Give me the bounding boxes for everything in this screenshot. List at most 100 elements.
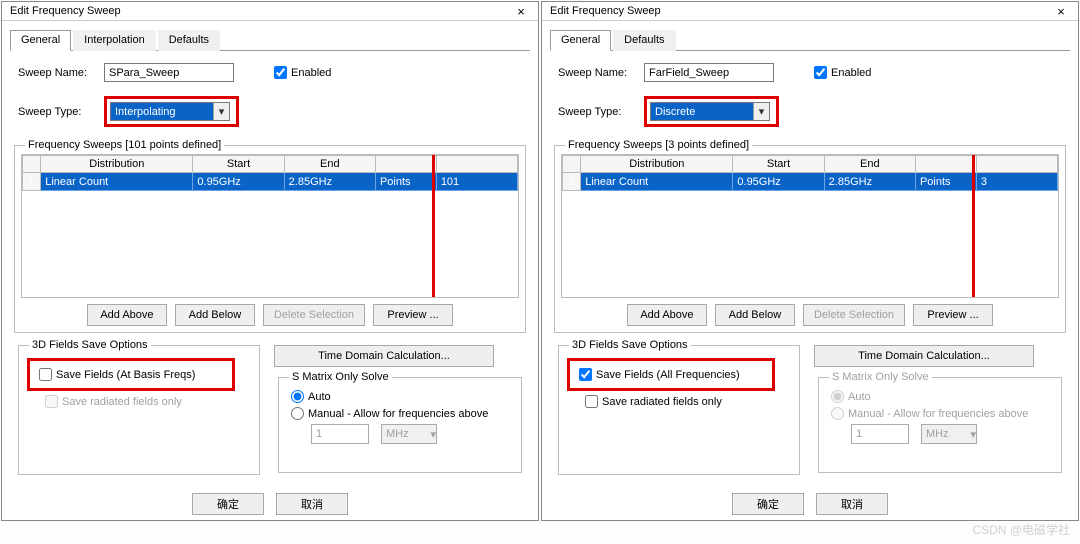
manual-unit-value: MHz: [926, 428, 949, 440]
cancel-button[interactable]: 取消: [276, 493, 348, 515]
col-end[interactable]: End: [824, 156, 915, 173]
cell-distribution[interactable]: Linear Count: [581, 173, 733, 191]
sweep-name-label: Sweep Name:: [18, 67, 104, 79]
save-radiated-checkbox[interactable]: Save radiated fields only: [585, 395, 787, 408]
chevron-down-icon[interactable]: ▾: [213, 103, 229, 120]
sweep-type-value: Discrete: [655, 106, 695, 118]
fields-save-options-label: 3D Fields Save Options: [569, 339, 691, 351]
enabled-label: Enabled: [291, 67, 331, 79]
col-end[interactable]: End: [284, 156, 375, 173]
watermark: CSDN @电磁学社: [972, 521, 1070, 538]
tab-row: General Defaults: [550, 29, 1070, 51]
cell-type[interactable]: Points: [915, 173, 976, 191]
dialog-right: Edit Frequency Sweep × General Defaults …: [541, 1, 1079, 521]
add-below-button[interactable]: Add Below: [715, 304, 795, 326]
window-title: Edit Frequency Sweep: [550, 5, 661, 17]
save-radiated-checkbox-input[interactable]: [585, 395, 598, 408]
cell-start[interactable]: 0.95GHz: [193, 173, 284, 191]
save-fields-checkbox[interactable]: Save Fields (At Basis Freqs): [39, 368, 220, 381]
highlight-sweep-type: Discrete ▾: [644, 96, 779, 127]
manual-freq-input: [311, 424, 369, 444]
cell-value[interactable]: 101: [436, 173, 517, 191]
col-type[interactable]: [375, 156, 436, 173]
tab-interpolation[interactable]: Interpolation: [73, 30, 156, 51]
manual-unit-dropdown: MHz ▾: [921, 424, 977, 444]
radio-auto[interactable]: Auto: [291, 390, 509, 403]
add-above-button[interactable]: Add Above: [87, 304, 167, 326]
manual-unit-value: MHz: [386, 428, 409, 440]
close-icon[interactable]: ×: [1050, 2, 1072, 20]
cell-distribution[interactable]: Linear Count: [41, 173, 193, 191]
col-distribution[interactable]: Distribution: [581, 156, 733, 173]
sweep-type-dropdown[interactable]: Discrete ▾: [650, 102, 770, 121]
tab-defaults[interactable]: Defaults: [613, 30, 675, 51]
close-icon[interactable]: ×: [510, 2, 532, 20]
chevron-down-icon[interactable]: ▾: [753, 103, 769, 120]
cell-end[interactable]: 2.85GHz: [284, 173, 375, 191]
sweep-name-input[interactable]: [104, 63, 234, 82]
time-domain-button[interactable]: Time Domain Calculation...: [814, 345, 1034, 367]
sweep-name-input[interactable]: [644, 63, 774, 82]
cell-end[interactable]: 2.85GHz: [824, 173, 915, 191]
highlight-save-fields: Save Fields (At Basis Freqs): [27, 358, 235, 391]
col-distribution[interactable]: Distribution: [41, 156, 193, 173]
sweep-type-dropdown[interactable]: Interpolating ▾: [110, 102, 230, 121]
table-row[interactable]: 1 Linear Count 0.95GHz 2.85GHz Points 3: [563, 173, 1058, 191]
radio-manual: Manual - Allow for frequencies above: [831, 407, 1049, 420]
freq-table[interactable]: Distribution Start End 1 Linear Count 0.…: [561, 154, 1059, 298]
radio-auto-input[interactable]: [291, 390, 304, 403]
sweep-type-label: Sweep Type:: [18, 106, 104, 118]
frequency-sweeps-label: Frequency Sweeps [101 points defined]: [25, 139, 224, 151]
time-domain-button[interactable]: Time Domain Calculation...: [274, 345, 494, 367]
cell-start[interactable]: 0.95GHz: [733, 173, 824, 191]
tab-general[interactable]: General: [10, 30, 71, 51]
add-below-button[interactable]: Add Below: [175, 304, 255, 326]
preview-button[interactable]: Preview ...: [913, 304, 993, 326]
save-radiated-label: Save radiated fields only: [62, 396, 182, 408]
delete-selection-button[interactable]: Delete Selection: [803, 304, 905, 326]
tab-general[interactable]: General: [550, 30, 611, 51]
chevron-down-icon: ▾: [970, 428, 976, 441]
radio-manual-input[interactable]: [291, 407, 304, 420]
save-fields-checkbox-input[interactable]: [39, 368, 52, 381]
cancel-button[interactable]: 取消: [816, 493, 888, 515]
ok-button[interactable]: 确定: [732, 493, 804, 515]
save-radiated-checkbox: Save radiated fields only: [45, 395, 247, 408]
radio-auto-label: Auto: [308, 391, 331, 403]
save-fields-label: Save Fields (All Frequencies): [596, 369, 740, 381]
add-above-button[interactable]: Add Above: [627, 304, 707, 326]
save-fields-checkbox-input[interactable]: [579, 368, 592, 381]
cell-type[interactable]: Points: [375, 173, 436, 191]
col-value[interactable]: [976, 156, 1057, 173]
row-index: 1: [23, 173, 41, 191]
table-header-row: Distribution Start End: [563, 156, 1058, 173]
sweep-name-label: Sweep Name:: [558, 67, 644, 79]
col-start[interactable]: Start: [193, 156, 284, 173]
radio-manual-label: Manual - Allow for frequencies above: [848, 408, 1028, 420]
smatrix-group-label: S Matrix Only Solve: [829, 371, 932, 383]
enabled-checkbox[interactable]: Enabled: [274, 66, 331, 79]
preview-button[interactable]: Preview ...: [373, 304, 453, 326]
cell-value[interactable]: 3: [976, 173, 1057, 191]
window-title: Edit Frequency Sweep: [10, 5, 121, 17]
radio-manual[interactable]: Manual - Allow for frequencies above: [291, 407, 509, 420]
dialog-left: Edit Frequency Sweep × General Interpola…: [1, 1, 539, 521]
enabled-checkbox-input[interactable]: [274, 66, 287, 79]
enabled-checkbox-input[interactable]: [814, 66, 827, 79]
enabled-label: Enabled: [831, 67, 871, 79]
enabled-checkbox[interactable]: Enabled: [814, 66, 871, 79]
save-radiated-checkbox-input: [45, 395, 58, 408]
ok-button[interactable]: 确定: [192, 493, 264, 515]
delete-selection-button[interactable]: Delete Selection: [263, 304, 365, 326]
col-start[interactable]: Start: [733, 156, 824, 173]
tab-defaults[interactable]: Defaults: [158, 30, 220, 51]
save-radiated-label: Save radiated fields only: [602, 396, 722, 408]
freq-table[interactable]: Distribution Start End 1 Linear Count 0.…: [21, 154, 519, 298]
table-header-row: Distribution Start End: [23, 156, 518, 173]
table-row[interactable]: 1 Linear Count 0.95GHz 2.85GHz Points 10…: [23, 173, 518, 191]
col-value[interactable]: [436, 156, 517, 173]
save-fields-checkbox[interactable]: Save Fields (All Frequencies): [579, 368, 760, 381]
highlight-save-fields: Save Fields (All Frequencies): [567, 358, 775, 391]
col-type[interactable]: [915, 156, 976, 173]
sweep-type-label: Sweep Type:: [558, 106, 644, 118]
